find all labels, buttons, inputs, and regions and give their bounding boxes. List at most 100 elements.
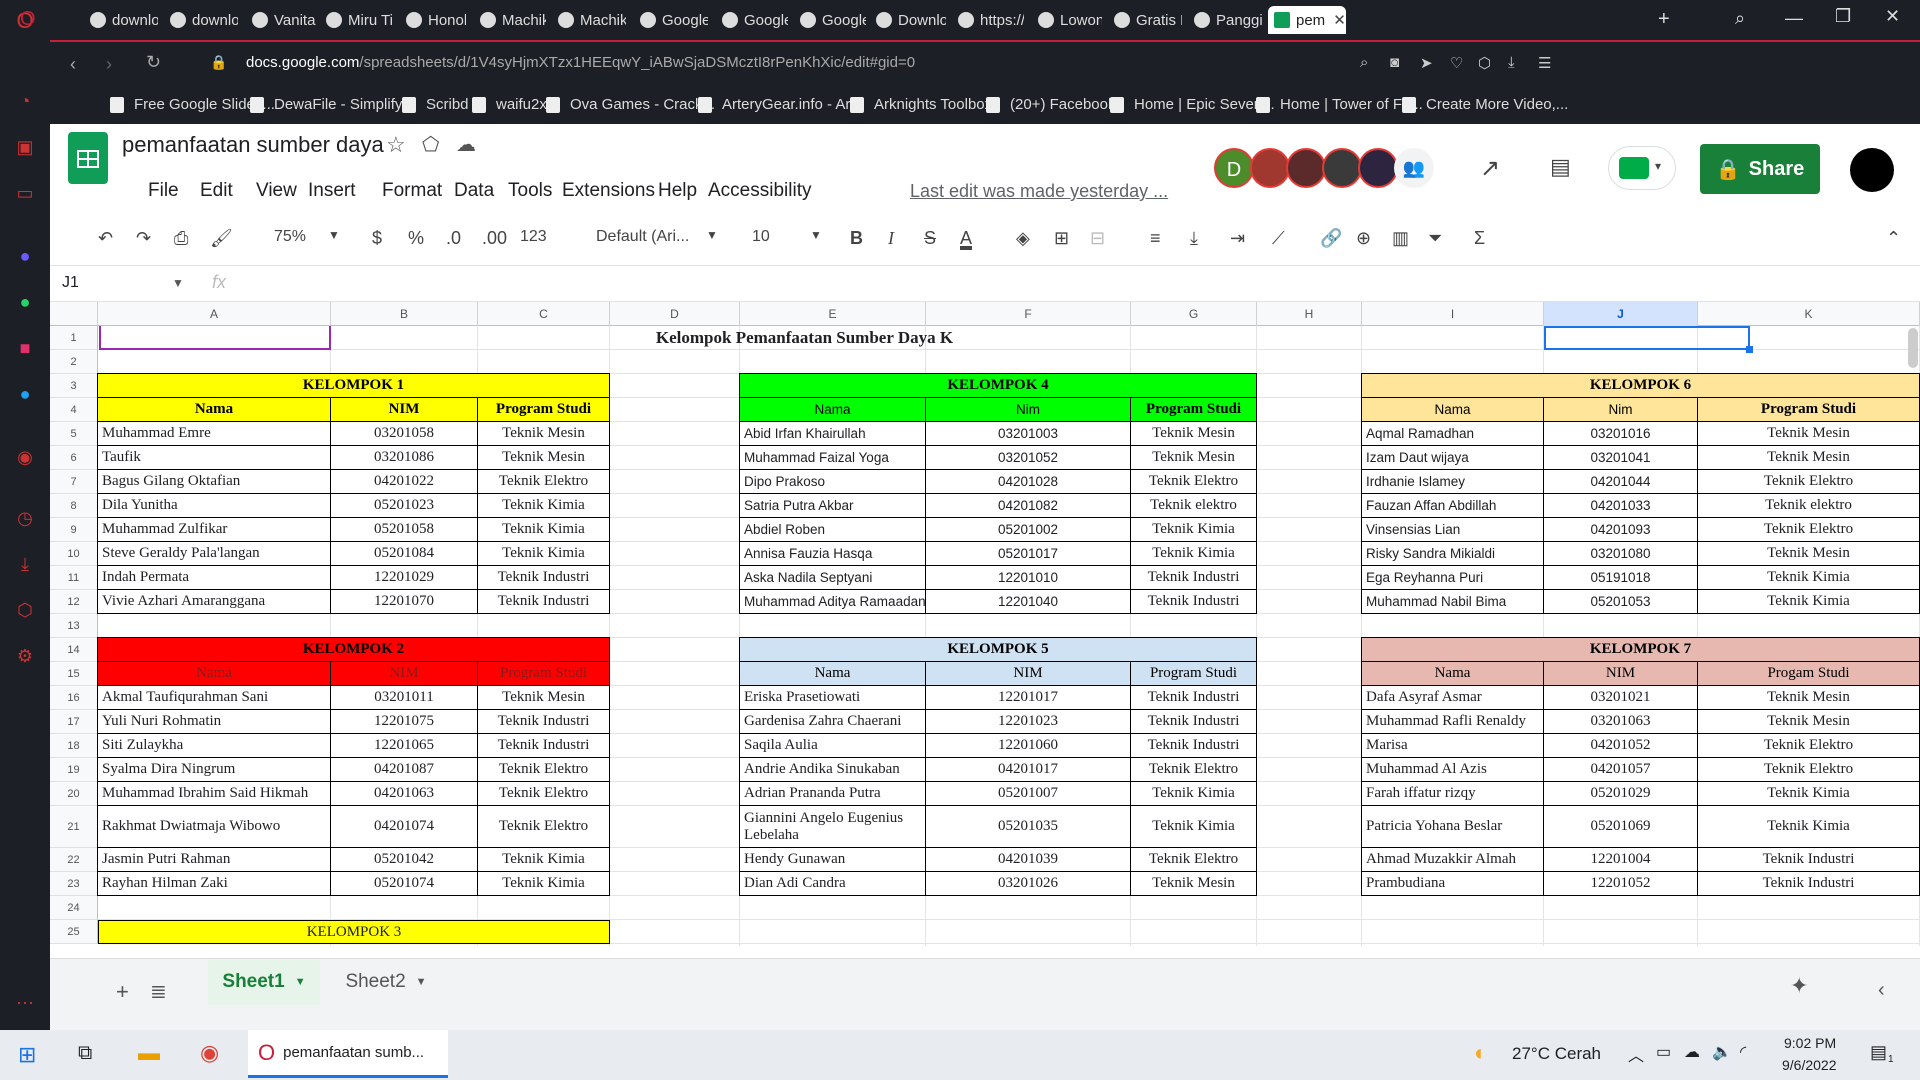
row-header[interactable]: 16	[50, 686, 98, 710]
file-explorer-icon[interactable]: ▬	[138, 1040, 160, 1066]
row-header[interactable]: 19	[50, 758, 98, 782]
menu-item-file[interactable]: File	[148, 180, 179, 202]
menu-item-accessibility[interactable]: Accessibility	[708, 180, 811, 202]
column-header[interactable]: K	[1698, 302, 1920, 326]
name-box[interactable]: J1	[62, 274, 79, 292]
network-icon[interactable]: ☁	[1684, 1042, 1700, 1062]
row-header[interactable]: 6	[50, 446, 98, 470]
wrap-icon[interactable]: ⇥	[1230, 228, 1245, 249]
bookmark-item[interactable]: Home | Tower of Fa...	[1256, 96, 1423, 113]
search-tabs-icon[interactable]: ⌕	[1735, 8, 1745, 29]
menu-item-edit[interactable]: Edit	[200, 180, 233, 202]
browser-tab[interactable]: Machika	[474, 6, 546, 34]
align-icon[interactable]: ≡	[1150, 228, 1161, 249]
browser-tab[interactable]: downlo	[164, 6, 238, 34]
browser-tab[interactable]: Honobo	[400, 6, 466, 34]
clock-time[interactable]: 9:02 PM	[1784, 1035, 1836, 1051]
chevron-down-icon[interactable]: ▼	[328, 228, 340, 242]
column-header[interactable]: I	[1362, 302, 1544, 326]
tab-sheet2[interactable]: Sheet2 ▼	[330, 959, 442, 1005]
zoom-icon[interactable]: ⌕	[1360, 54, 1368, 71]
all-sheets-icon[interactable]: ≣	[150, 979, 167, 1004]
wifi-icon[interactable]: ◜	[1740, 1042, 1746, 1062]
row-header[interactable]: 25	[50, 920, 98, 944]
zoom-select[interactable]: 75%	[274, 228, 306, 246]
row-header[interactable]: 4	[50, 398, 98, 422]
row-header[interactable]: 21	[50, 806, 98, 848]
box-icon[interactable]: ⬡	[1478, 54, 1491, 72]
send-icon[interactable]: ➤	[1420, 54, 1433, 72]
player-icon[interactable]: ◉	[12, 444, 38, 470]
last-edit-link[interactable]: Last edit was made yesterday ...	[910, 181, 1168, 202]
column-header[interactable]: H	[1257, 302, 1362, 326]
chevron-down-icon[interactable]: ▼	[172, 276, 184, 290]
speed-dial-icon[interactable]: ◔	[12, 88, 38, 114]
menu-item-tools[interactable]: Tools	[508, 180, 552, 202]
close-tab-icon[interactable]: ✕	[1333, 11, 1346, 29]
explore-icon[interactable]: ✦	[1790, 973, 1808, 999]
font-select[interactable]: Default (Ari...	[596, 228, 689, 246]
select-all-corner[interactable]	[50, 302, 98, 326]
windows-start-icon[interactable]: ⊞	[18, 1042, 36, 1068]
whatsapp-icon[interactable]: ●	[12, 289, 38, 315]
side-panel-icon[interactable]: ‹	[1878, 979, 1885, 1002]
notification-icon[interactable]: ▤	[1870, 1042, 1887, 1063]
doc-title[interactable]: pemanfaatan sumber daya	[122, 132, 384, 158]
row-header[interactable]: 15	[50, 662, 98, 686]
browser-tab[interactable]: Gratis Lo	[1108, 6, 1182, 34]
browser-tab[interactable]: Google	[794, 6, 866, 34]
row-header[interactable]: 12	[50, 590, 98, 614]
new-tab-icon[interactable]: +	[1658, 8, 1670, 31]
column-header[interactable]: G	[1131, 302, 1257, 326]
url-field[interactable]: docs.google.com/spreadsheets/d/1V4syHjmX…	[246, 54, 915, 71]
menu-item-extensions[interactable]: Extensions	[562, 180, 655, 202]
menu-item-insert[interactable]: Insert	[308, 180, 356, 202]
move-icon[interactable]: ⬠	[422, 132, 439, 157]
strikethrough-button[interactable]: S	[924, 228, 936, 249]
clock-date[interactable]: 9/6/2022	[1782, 1057, 1837, 1073]
browser-tab[interactable]: Google	[634, 6, 708, 34]
messenger-icon[interactable]: ●	[12, 243, 38, 269]
menu-item-data[interactable]: Data	[454, 180, 494, 202]
bookmark-item[interactable]: waifu2x	[472, 96, 547, 113]
number-format-button[interactable]: 123	[520, 228, 547, 246]
instagram-icon[interactable]: ■	[12, 335, 38, 361]
minimize-icon[interactable]: —	[1785, 8, 1803, 29]
row-header[interactable]: 7	[50, 470, 98, 494]
battery-icon[interactable]: ▭	[1656, 1042, 1671, 1062]
row-header[interactable]: 11	[50, 566, 98, 590]
cloud-status-icon[interactable]: ☁	[456, 132, 476, 157]
browser-tab[interactable]: Downlo	[870, 6, 946, 34]
twitch-icon[interactable]: ▭	[12, 180, 38, 206]
browser-tab[interactable]: Vanitas	[246, 6, 316, 34]
browser-tab[interactable]: Machika	[552, 6, 626, 34]
increase-decimal-button[interactable]: .00	[482, 228, 507, 249]
easy-setup-icon[interactable]: ☰	[1538, 54, 1551, 72]
column-header[interactable]: A	[98, 302, 331, 326]
bookmark-item[interactable]: DewaFile - Simplify...	[250, 96, 414, 113]
bookmark-item[interactable]: (20+) Facebook	[986, 96, 1115, 113]
collapse-icon[interactable]: ⌃	[1886, 228, 1901, 249]
share-button[interactable]: 🔒 Share	[1700, 144, 1820, 194]
link-icon[interactable]: 🔗	[1320, 228, 1342, 249]
comments-icon[interactable]: ▤	[1550, 154, 1571, 180]
print-icon[interactable]: ⎙	[174, 228, 188, 249]
maximize-icon[interactable]: ❐	[1835, 6, 1851, 27]
currency-button[interactable]: $	[372, 228, 382, 249]
bookmark-item[interactable]: Create More Video,...	[1402, 96, 1568, 113]
browser-tab[interactable]: https://	[952, 6, 1024, 34]
row-header[interactable]: 8	[50, 494, 98, 518]
weather-label[interactable]: 27°C Cerah	[1512, 1044, 1601, 1064]
row-header[interactable]: 18	[50, 734, 98, 758]
row-header[interactable]: 20	[50, 782, 98, 806]
avatar[interactable]: D	[1214, 148, 1254, 188]
browser-tab[interactable]: Lowong	[1032, 6, 1102, 34]
back-icon[interactable]: ‹	[70, 54, 76, 75]
paint-format-icon[interactable]: 🖌	[210, 228, 233, 249]
merge-icon[interactable]: ⊟	[1090, 228, 1105, 249]
rotate-icon[interactable]: ⟋	[1272, 228, 1285, 249]
sheets-logo-icon[interactable]	[68, 132, 108, 184]
bookmark-item[interactable]: Arknights Toolbox	[850, 96, 992, 113]
text-color-button[interactable]: A	[960, 228, 972, 249]
percent-button[interactable]: %	[408, 228, 424, 249]
